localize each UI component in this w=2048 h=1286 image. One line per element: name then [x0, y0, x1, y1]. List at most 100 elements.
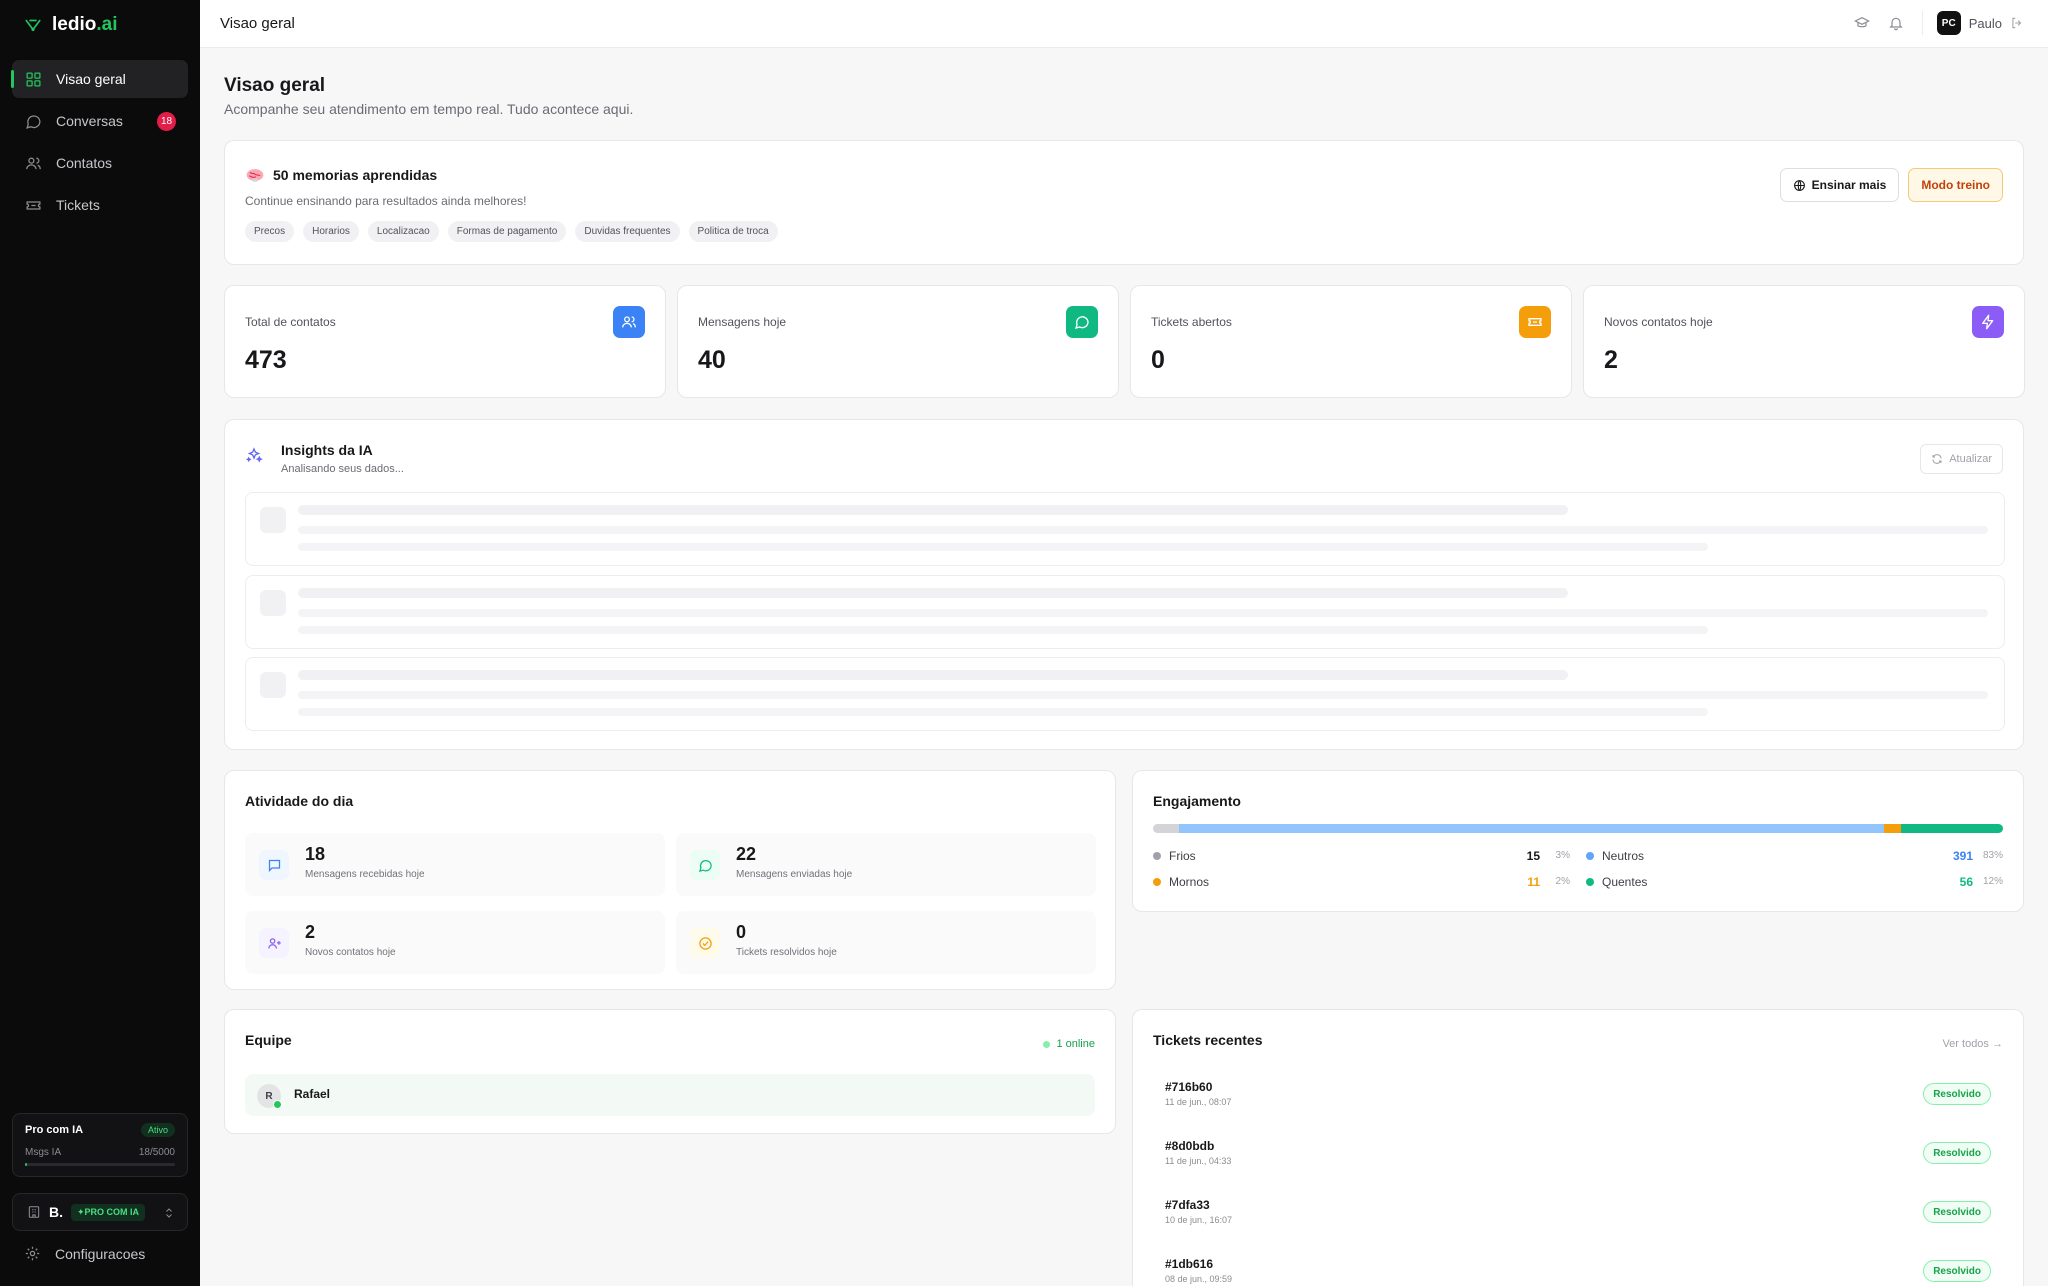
- stat-card-tickets: Tickets abertos 0: [1130, 285, 1572, 398]
- sidebar-item-label: Contatos: [56, 155, 113, 171]
- engagement-card: Engajamento Frios 15 3% Neutros 391 83% …: [1132, 770, 2024, 912]
- topbar: Visao geral PC Paulo: [200, 0, 2048, 48]
- legend-label: Quentes: [1602, 874, 1648, 889]
- insights-title: Insights da IA: [281, 442, 373, 458]
- workspace-switcher[interactable]: B. ✦PRO COM IA: [12, 1193, 188, 1231]
- plan-usage-fill: [25, 1163, 27, 1166]
- memory-chip[interactable]: Formas de pagamento: [447, 221, 567, 242]
- graduation-cap-icon[interactable]: [1853, 15, 1870, 31]
- bell-icon[interactable]: [1888, 15, 1904, 31]
- stat-card-new-contacts: Novos contatos hoje 2: [1583, 285, 2025, 398]
- activity-tile-received: 18 Mensagens recebidas hoje: [245, 833, 665, 896]
- memory-chip[interactable]: Horarios: [303, 221, 359, 242]
- logout-icon[interactable]: [2010, 16, 2024, 30]
- activity-tile-new-contacts: 2 Novos contatos hoje: [245, 911, 665, 974]
- chat-icon: [690, 850, 720, 880]
- training-mode-button[interactable]: Modo treino: [1908, 168, 2003, 202]
- avatar: PC: [1936, 11, 1961, 35]
- daily-activity-card: Atividade do dia 18 Mensagens recebidas …: [224, 770, 1116, 990]
- avatar: R: [257, 1084, 282, 1109]
- brain-icon: [246, 169, 264, 182]
- ticket-date: 10 de jun., 16:07: [1165, 1215, 1233, 1225]
- insights-subtitle: Analisando seus dados...: [281, 463, 404, 475]
- workspace-name: B.: [49, 1204, 63, 1220]
- stat-card-contacts: Total de contatos 473: [224, 285, 666, 398]
- memory-chip[interactable]: Duvidas frequentes: [575, 221, 680, 242]
- activity-value: 2: [305, 922, 316, 942]
- refresh-button[interactable]: Atualizar: [1920, 444, 2003, 474]
- legend-count: 11: [1527, 874, 1540, 889]
- engagement-bar-segment-mornos: [1884, 824, 1901, 833]
- ticket-row[interactable]: #7dfa33 10 de jun., 16:07 Resolvido: [1153, 1194, 2003, 1234]
- legend-dot: [1153, 851, 1161, 860]
- plan-usage-label: Msgs IA: [25, 1147, 62, 1158]
- memory-chip[interactable]: Precos: [245, 221, 295, 242]
- activity-label: Novos contatos hoje: [305, 947, 396, 958]
- engagement-item-frios: Frios 15 3%: [1153, 847, 1570, 864]
- activity-value: 22: [736, 844, 757, 864]
- engagement-bar-segment-frios: [1153, 824, 1179, 833]
- logo-text: ledio: [52, 14, 97, 35]
- activity-value: 0: [736, 922, 747, 942]
- message-square-icon: [259, 850, 289, 880]
- app-logo[interactable]: ledio.ai: [24, 12, 117, 38]
- ticket-date: 11 de jun., 08:07: [1165, 1097, 1232, 1107]
- activity-title: Atividade do dia: [245, 793, 354, 809]
- arrow-right-icon: →: [1992, 1038, 2003, 1050]
- building-icon: [28, 1206, 40, 1218]
- check-circle-icon: [690, 928, 720, 958]
- ticket-id: #716b60: [1165, 1080, 1213, 1094]
- team-title: Equipe: [245, 1032, 292, 1048]
- user-menu[interactable]: PC Paulo: [1921, 11, 2024, 35]
- insight-placeholder: [245, 657, 2005, 731]
- team-card: Equipe 1 online R Rafael: [224, 1009, 1116, 1134]
- legend-dot: [1153, 877, 1161, 886]
- legend-percent: 2%: [1555, 876, 1570, 887]
- ticket-date: 11 de jun., 04:33: [1165, 1156, 1232, 1166]
- legend-percent: 3%: [1555, 850, 1570, 861]
- see-all-link[interactable]: Ver todos →: [1942, 1038, 2003, 1050]
- ticket-row[interactable]: #1db616 08 de jun., 09:59 Resolvido: [1153, 1253, 2003, 1286]
- sidebar-item-contatos[interactable]: Contatos: [12, 144, 188, 182]
- insight-placeholder: [245, 492, 2005, 566]
- member-name: Rafael: [294, 1087, 331, 1101]
- ticket-row[interactable]: #716b60 11 de jun., 08:07 Resolvido: [1153, 1076, 2003, 1116]
- gear-icon: [25, 1246, 40, 1261]
- plan-status-badge: Ativo: [140, 1123, 175, 1137]
- legend-dot: [1586, 877, 1594, 886]
- logo-icon: [25, 19, 41, 32]
- sidebar-item-tickets[interactable]: Tickets: [12, 186, 188, 224]
- memory-chip[interactable]: Localizacao: [367, 221, 439, 242]
- teach-more-button[interactable]: Ensinar mais: [1779, 168, 1900, 202]
- stat-value: 473: [245, 346, 287, 374]
- recent-tickets-card: Tickets recentes Ver todos → #716b60 11 …: [1132, 1009, 2024, 1286]
- team-member[interactable]: R Rafael: [245, 1074, 1095, 1116]
- stat-value: 0: [1151, 346, 1165, 374]
- engagement-title: Engajamento: [1153, 793, 1241, 809]
- activity-label: Mensagens recebidas hoje: [305, 869, 425, 880]
- sidebar-item-visao-geral[interactable]: Visao geral: [11, 60, 188, 98]
- ticket-icon: [26, 200, 41, 210]
- stat-label: Total de contatos: [245, 315, 336, 329]
- activity-tile-sent: 22 Mensagens enviadas hoje: [676, 833, 1096, 896]
- plan-usage-value: 18/5000: [138, 1147, 175, 1158]
- settings-link[interactable]: Configuracoes: [24, 1245, 145, 1262]
- engagement-item-quentes: Quentes 56 12%: [1586, 873, 2003, 890]
- page-subtitle: Acompanhe seu atendimento em tempo real.…: [224, 101, 634, 117]
- engagement-bar-segment-quentes: [1901, 824, 2003, 833]
- users-icon: [26, 157, 41, 169]
- insight-placeholder: [245, 575, 2005, 649]
- legend-label: Mornos: [1169, 874, 1210, 889]
- sidebar-nav: Visao geral Conversas 18 Contatos Ticket…: [11, 60, 188, 228]
- page-title: Visao geral: [224, 75, 326, 96]
- ticket-row[interactable]: #8d0bdb 11 de jun., 04:33 Resolvido: [1153, 1135, 2003, 1175]
- plan-card[interactable]: Pro com IA Ativo Msgs IA 18/5000: [12, 1113, 188, 1177]
- unread-badge: 18: [157, 112, 176, 131]
- tickets-title: Tickets recentes: [1153, 1032, 1263, 1048]
- users-icon: [613, 306, 645, 338]
- stat-label: Novos contatos hoje: [1604, 315, 1713, 329]
- memory-chip[interactable]: Politica de troca: [688, 221, 778, 242]
- legend-label: Neutros: [1602, 848, 1645, 863]
- globe-icon: [1793, 179, 1805, 191]
- sidebar-item-conversas[interactable]: Conversas 18: [12, 102, 188, 140]
